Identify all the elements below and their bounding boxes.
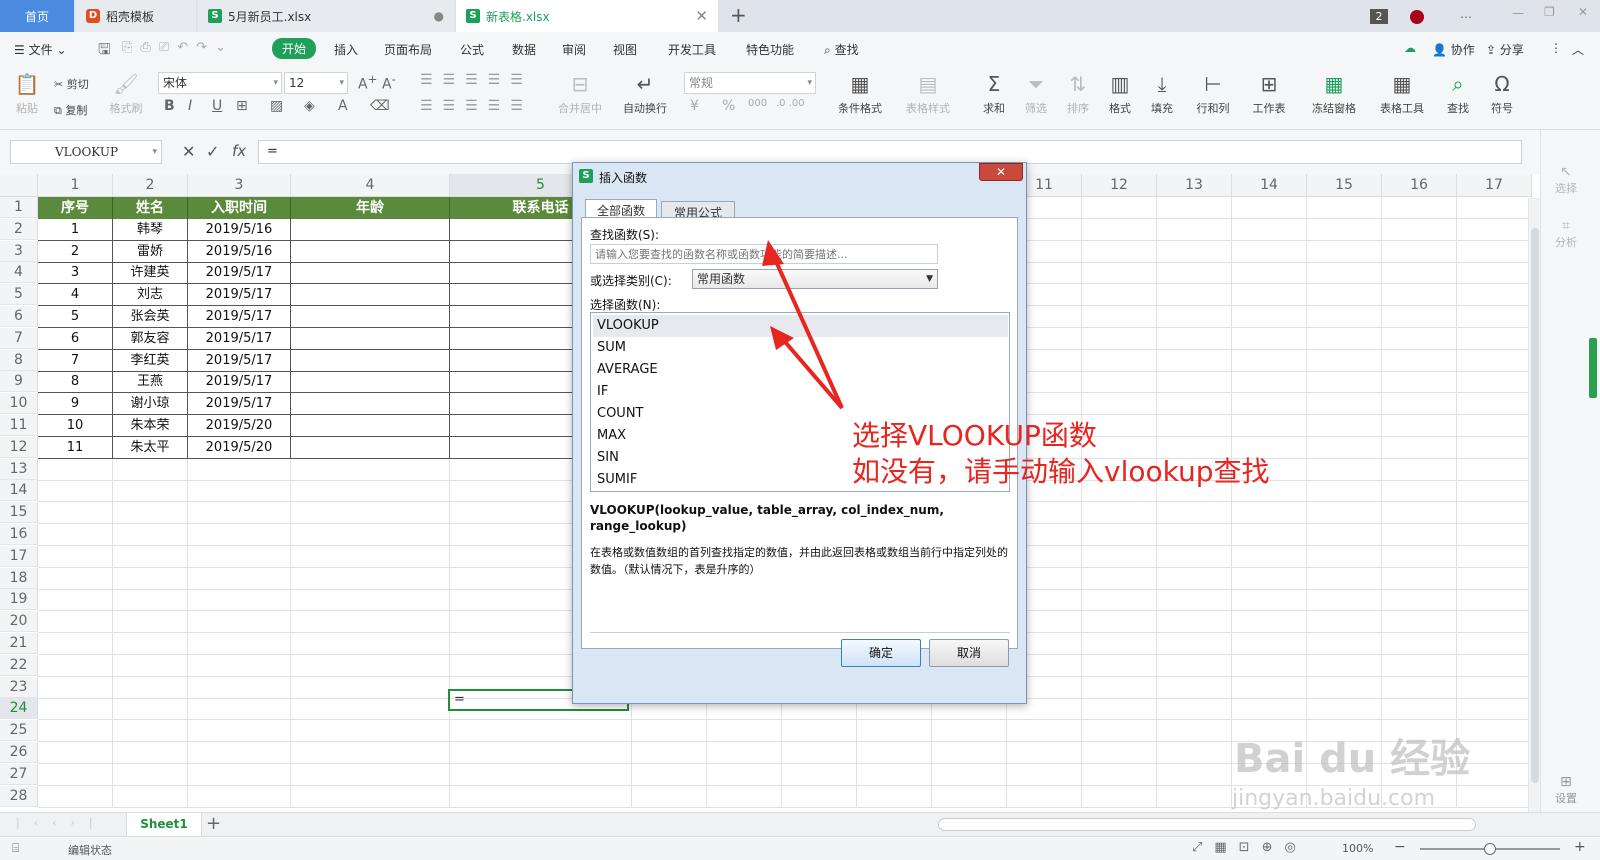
annotation-line-1: 选择VLOOKUP函数 xyxy=(852,419,1097,452)
arrow-head-search xyxy=(762,240,784,266)
annotation-line-2: 如没有，请手动输入vlookup查找 xyxy=(852,455,1270,488)
arrow-to-search xyxy=(768,247,844,409)
annotation-arrows xyxy=(762,240,844,410)
arrow-to-vlookup xyxy=(778,334,844,410)
